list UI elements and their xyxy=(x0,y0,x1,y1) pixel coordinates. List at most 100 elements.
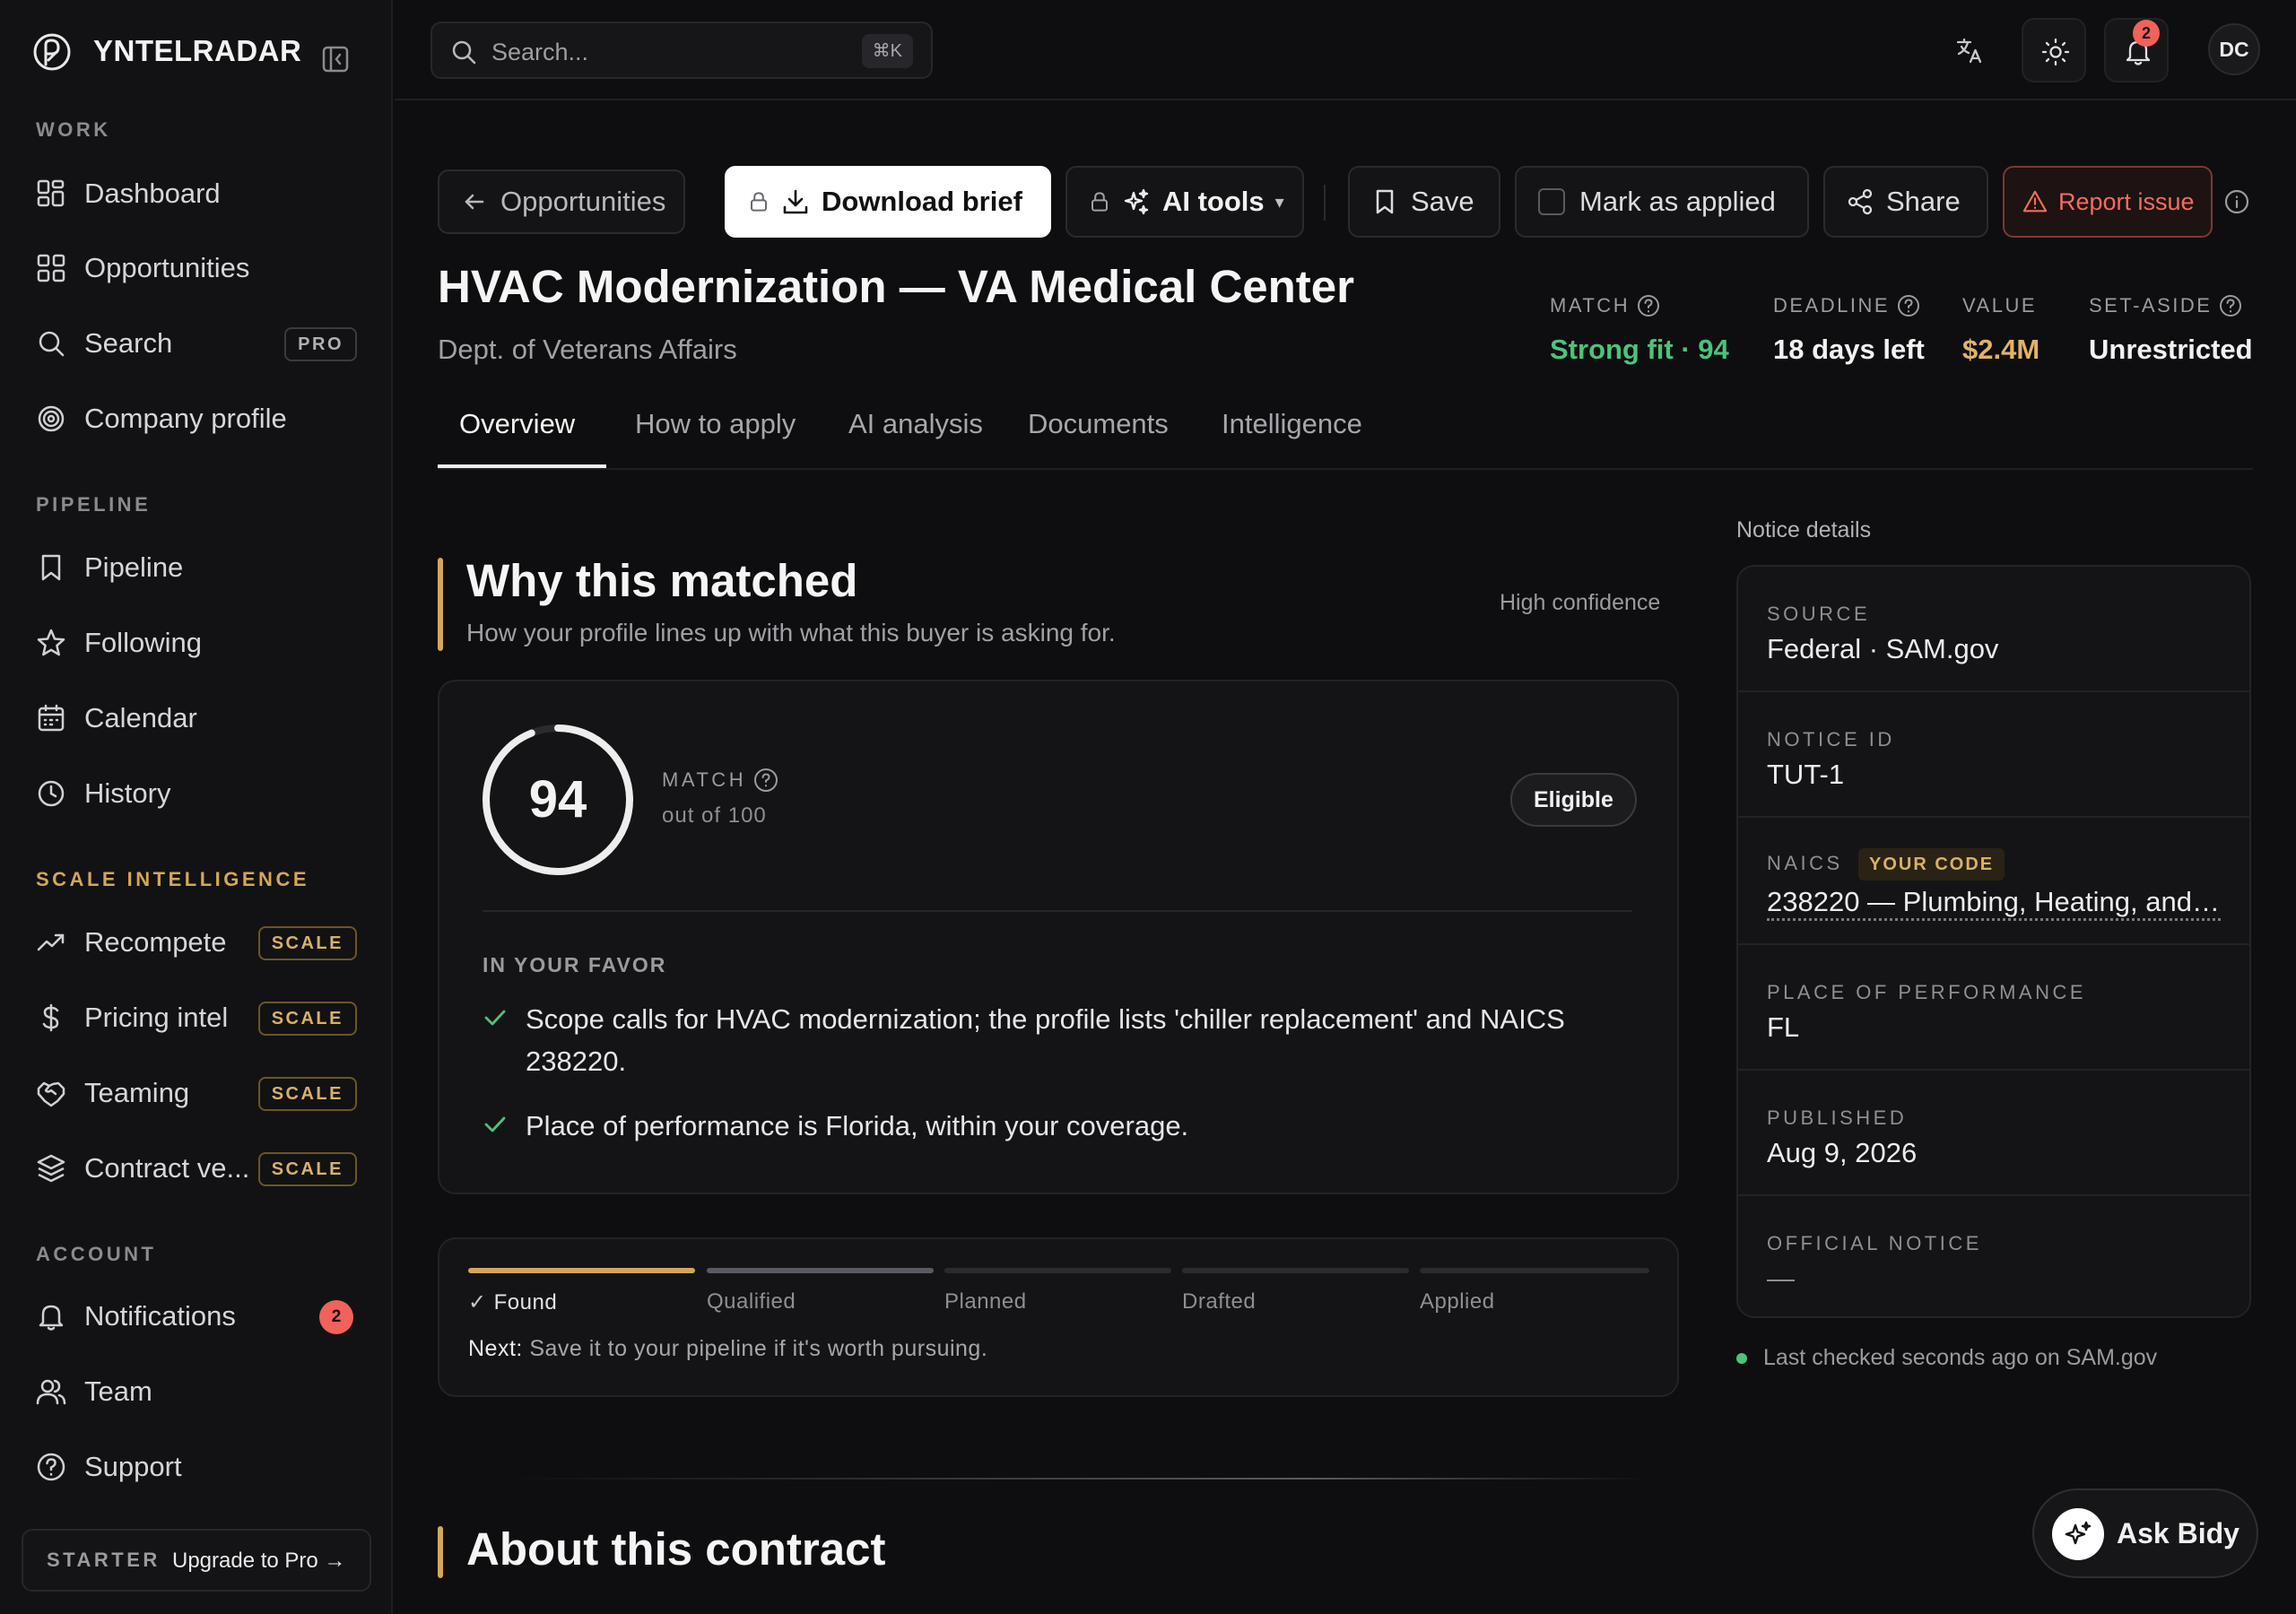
sparkles-icon xyxy=(2065,1521,2092,1545)
tab-how-to-apply[interactable]: How to apply xyxy=(635,408,796,440)
last-checked-status: Last checked seconds ago on SAM.gov xyxy=(1736,1345,2157,1371)
trending-up-icon xyxy=(37,933,65,951)
step-found: ✓ Found xyxy=(468,1289,557,1315)
why-matched-subtitle: How your profile lines up with what this… xyxy=(466,619,1116,646)
help-circle-icon[interactable] xyxy=(1637,294,1660,317)
ask-bidy-button[interactable]: Ask Bidy xyxy=(2032,1488,2258,1578)
upgrade-banner[interactable]: STARTER Upgrade to Pro → xyxy=(22,1529,371,1592)
sidebar-item-label: Support xyxy=(84,1451,182,1482)
mark-as-applied-button[interactable]: Mark as applied xyxy=(1515,166,1809,238)
download-brief-button[interactable]: Download brief xyxy=(725,166,1051,238)
last-checked-text: Last checked seconds ago on SAM.gov xyxy=(1763,1345,2158,1370)
stat-label: DEADLINE xyxy=(1773,294,1891,317)
user-avatar[interactable]: DC xyxy=(2208,23,2260,75)
about-title: About this contract xyxy=(466,1523,886,1575)
notifications-button[interactable]: 2 xyxy=(2104,18,2169,82)
back-to-opportunities-button[interactable]: Opportunities xyxy=(438,169,685,234)
checkbox[interactable] xyxy=(1538,188,1565,215)
notice-details-title: Notice details xyxy=(1736,517,1872,542)
sidebar: YNTELRADAR WORK Dashboard Opportunities … xyxy=(0,0,393,1614)
section-accent xyxy=(438,558,443,651)
sidebar-item-label: Team xyxy=(84,1375,152,1407)
share-label: Share xyxy=(1886,186,1961,217)
sidebar-item-calendar[interactable]: Calendar xyxy=(36,690,357,747)
ai-tools-label: AI tools xyxy=(1162,186,1265,217)
search-icon xyxy=(452,40,476,65)
topbar: Search... ⌘K 2 DC xyxy=(395,0,2296,100)
upgrade-link[interactable]: Upgrade to Pro → xyxy=(172,1549,345,1574)
stat-label: SET-ASIDE xyxy=(2089,294,2213,317)
sidebar-item-pricing-intel[interactable]: Pricing intel SCALE xyxy=(36,989,357,1046)
global-search-input[interactable]: Search... ⌘K xyxy=(430,22,933,79)
sidebar-item-opportunities[interactable]: Opportunities xyxy=(36,239,357,297)
sidebar-collapse-icon[interactable] xyxy=(321,45,350,74)
keyboard-shortcut: ⌘K xyxy=(861,34,913,68)
report-label: Report issue xyxy=(2058,187,2195,215)
share-button[interactable]: Share xyxy=(1823,166,1988,238)
section-label-scale: SCALE INTELLIGENCE xyxy=(36,868,310,890)
step-drafted: Drafted xyxy=(1182,1289,1257,1314)
bell-icon xyxy=(39,1305,64,1331)
tab-overview[interactable]: Overview xyxy=(459,408,575,440)
save-label: Save xyxy=(1411,186,1474,217)
naics-link[interactable]: 238220 — Plumbing, Heating, and ... xyxy=(1767,886,2221,921)
sidebar-item-team[interactable]: Team xyxy=(36,1363,357,1420)
download-label: Download brief xyxy=(822,186,1022,217)
sidebar-item-dashboard[interactable]: Dashboard xyxy=(36,165,357,222)
report-issue-button[interactable]: Report issue xyxy=(2003,166,2213,238)
save-button[interactable]: Save xyxy=(1348,166,1500,238)
confidence-label: High confidence xyxy=(1500,590,1661,615)
favor-item-text: Place of performance is Florida, within … xyxy=(526,1110,1189,1141)
check-icon xyxy=(484,1010,506,1026)
step-bar-applied xyxy=(1420,1268,1649,1273)
sidebar-item-label: Teaming xyxy=(84,1077,190,1108)
sun-icon xyxy=(2041,38,2070,66)
help-circle-icon[interactable] xyxy=(753,768,778,793)
stat-label: MATCH xyxy=(1550,294,1631,317)
stat-value: Unrestricted xyxy=(2089,334,2253,365)
ai-tools-dropdown[interactable]: AI tools ▾ xyxy=(1065,166,1304,238)
tab-documents[interactable]: Documents xyxy=(1028,408,1169,440)
sidebar-item-company-profile[interactable]: Company profile xyxy=(36,390,357,447)
check-icon: ✓ xyxy=(468,1290,487,1315)
target-icon xyxy=(38,405,65,432)
sparkles-icon xyxy=(1124,188,1149,215)
language-button[interactable] xyxy=(1937,18,2002,82)
detail-row-published: PUBLISHED Aug 9, 2026 xyxy=(1738,1071,2249,1196)
detail-label: SOURCE xyxy=(1767,603,1871,625)
theme-toggle-button[interactable] xyxy=(2022,18,2086,82)
detail-row-notice-id: NOTICE ID TUT-1 xyxy=(1738,692,2249,818)
help-circle-icon[interactable] xyxy=(2219,294,2242,317)
status-dot xyxy=(1736,1352,1747,1364)
info-icon[interactable] xyxy=(2224,189,2249,214)
sidebar-item-support[interactable]: Support xyxy=(36,1438,357,1496)
check-icon xyxy=(484,1116,506,1132)
step-bar-found xyxy=(468,1268,695,1273)
users-icon xyxy=(36,1379,66,1405)
detail-label: NAICS xyxy=(1767,852,1843,874)
sidebar-item-search[interactable]: Search PRO xyxy=(36,315,357,372)
tab-ai-analysis[interactable]: AI analysis xyxy=(848,408,983,440)
sidebar-item-history[interactable]: History xyxy=(36,765,357,822)
sidebar-item-pipeline[interactable]: Pipeline xyxy=(36,539,357,596)
sidebar-item-recompete[interactable]: Recompete SCALE xyxy=(36,914,357,971)
arrow-left-icon xyxy=(465,194,484,210)
sidebar-item-following[interactable]: Following xyxy=(36,614,357,672)
tab-intelligence[interactable]: Intelligence xyxy=(1222,408,1362,440)
sidebar-item-label: Search xyxy=(84,327,173,359)
favor-item-text: Scope calls for HVAC modernization; the … xyxy=(526,1003,1565,1077)
match-label-row: MATCH xyxy=(662,768,778,793)
sidebar-item-teaming[interactable]: Teaming SCALE xyxy=(36,1064,357,1122)
search-icon xyxy=(39,331,65,357)
scale-badge: SCALE xyxy=(257,1002,357,1036)
help-circle-icon[interactable] xyxy=(1897,294,1920,317)
stat-value: $2.4M xyxy=(1962,334,2040,365)
notification-count-badge: 2 xyxy=(2133,20,2160,47)
step-bar-planned xyxy=(944,1268,1171,1273)
scale-badge: SCALE xyxy=(257,1152,357,1186)
stat-label: VALUE xyxy=(1962,294,2038,317)
step-label: Found xyxy=(493,1290,558,1315)
sidebar-item-notifications[interactable]: Notifications 2 xyxy=(36,1288,357,1345)
sidebar-item-contract-vehicles[interactable]: Contract ve... SCALE xyxy=(36,1140,357,1197)
detail-label: PLACE OF PERFORMANCE xyxy=(1767,981,2087,1003)
